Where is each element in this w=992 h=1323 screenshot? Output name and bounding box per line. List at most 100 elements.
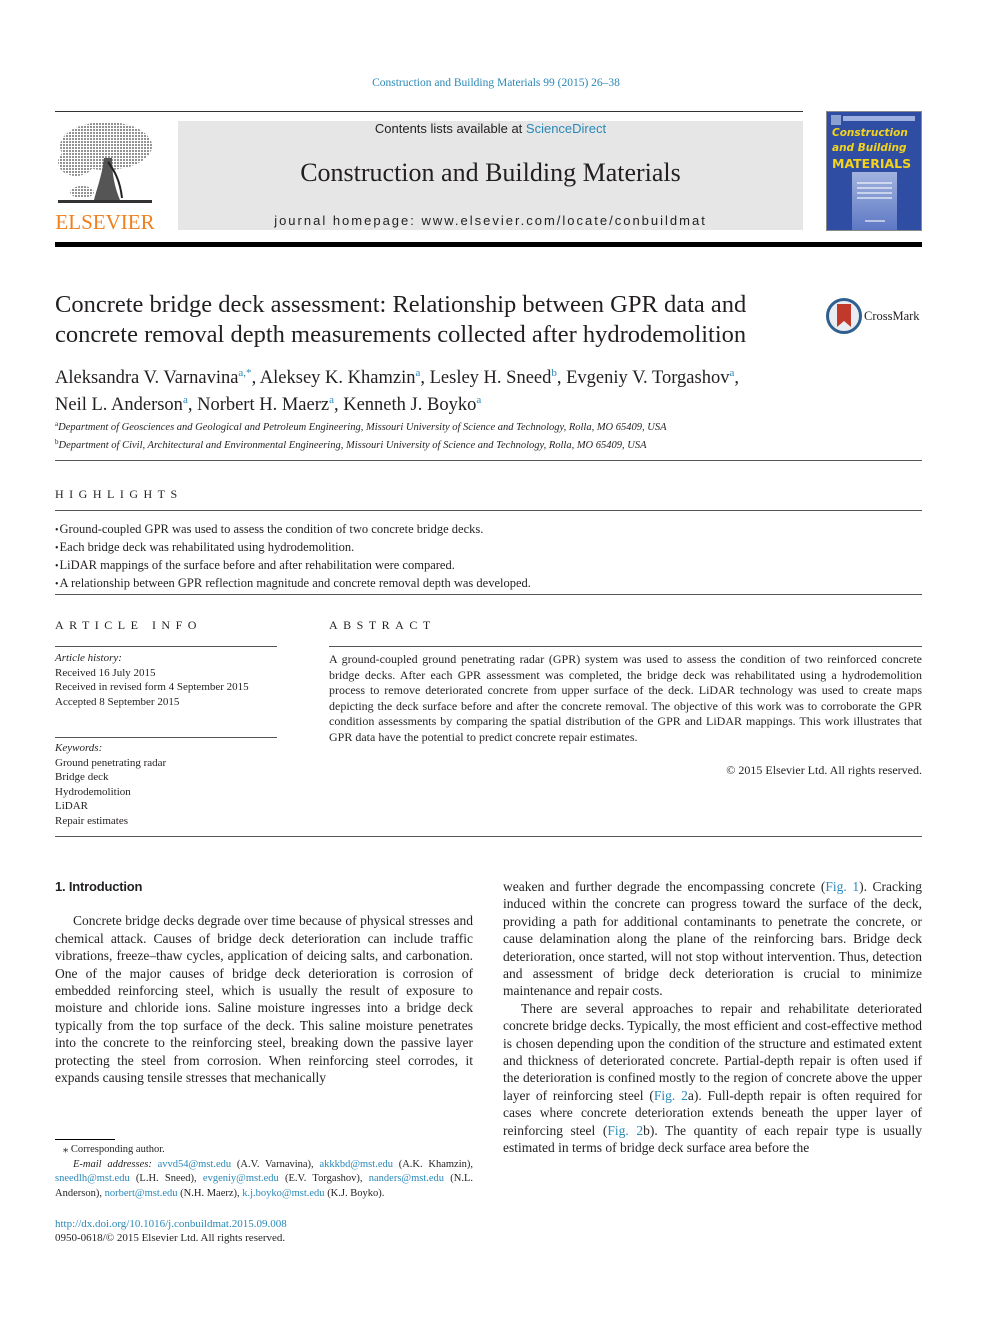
email-owner: (L.H. Sneed),: [129, 1173, 203, 1184]
divider: [329, 646, 922, 647]
body-paragraph: There are several approaches to repair a…: [503, 1000, 922, 1157]
keyword: Ground penetrating radar: [55, 756, 167, 769]
email-owner: (N.H. Maerz),: [177, 1187, 243, 1199]
cover-title-line3: MATERIALS: [832, 156, 912, 171]
elsevier-tree-icon: [58, 122, 152, 203]
author-affiliation-marker[interactable]: a: [476, 394, 481, 406]
figure-link[interactable]: Fig. 2: [607, 1123, 643, 1138]
author-name[interactable]: Kenneth J. Boyko: [343, 395, 476, 415]
paragraph-text: weaken and further degrade the encompass…: [503, 879, 826, 894]
affiliation-a: aDepartment of Geosciences and Geologica…: [55, 417, 855, 435]
author-separator: ,: [251, 368, 260, 388]
email-owner: (E.V. Torgashov),: [278, 1173, 369, 1184]
journal-cover-thumbnail[interactable]: Construction and Building MATERIALS: [826, 111, 922, 231]
author-name[interactable]: Evgeniy V. Torgashov: [566, 368, 729, 388]
contents-prefix: Contents lists available at: [374, 121, 526, 136]
cover-title-line2: and Building: [832, 142, 907, 154]
article-info-heading: ARTICLE INFO: [55, 618, 202, 632]
email-link[interactable]: norbert@mst.edu: [105, 1188, 178, 1199]
footnote: ⁎ Corresponding author. E-mail addresses…: [55, 1143, 473, 1201]
affiliation-b: bDepartment of Civil, Architectural and …: [55, 435, 855, 453]
author-name[interactable]: Norbert H. Maerz: [197, 395, 329, 415]
cover-title: Construction and Building MATERIALS: [832, 126, 911, 171]
figure-link[interactable]: Fig. 2: [654, 1088, 688, 1103]
divider: [55, 737, 277, 738]
author-separator: ,: [187, 395, 198, 415]
crossmark-button[interactable]: CrossMark: [826, 298, 926, 334]
highlights-list: Ground-coupled GPR was used to assess th…: [55, 521, 915, 593]
body-paragraph: Concrete bridge decks degrade over time …: [55, 913, 473, 1086]
journal-homepage[interactable]: journal homepage: www.elsevier.com/locat…: [178, 213, 803, 228]
header-thick-rule: [55, 242, 922, 247]
author-name[interactable]: Neil L. Anderson: [55, 395, 183, 415]
journal-reference-link[interactable]: Construction and Building Materials 99 (…: [0, 77, 992, 89]
email-link[interactable]: akkkbd@mst.edu: [319, 1159, 393, 1170]
cover-strip: [843, 116, 915, 121]
cover-publisher-mark: [831, 115, 841, 125]
cover-text-line: [857, 197, 892, 199]
crossmark-icon: [826, 298, 862, 334]
cover-title-line1: Construction: [832, 127, 908, 139]
figure-link[interactable]: Fig. 1: [825, 879, 859, 894]
issn-copyright: 0950-0618/© 2015 Elsevier Ltd. All right…: [55, 1232, 286, 1244]
email-addresses: E-mail addresses: avvd54@mst.edu (A.V. V…: [55, 1158, 473, 1202]
highlight-item: Each bridge deck was rehabilitated using…: [55, 539, 915, 557]
body-paragraph: weaken and further degrade the encompass…: [503, 878, 922, 1000]
keywords: Keywords: Ground penetrating radar Bridg…: [55, 741, 295, 828]
history-item: Received 16 July 2015: [55, 666, 156, 679]
contents-line: Contents lists available at ScienceDirec…: [178, 121, 803, 136]
corresponding-author-note: ⁎ Corresponding author.: [55, 1143, 473, 1158]
email-link[interactable]: sneedlh@mst.edu: [55, 1173, 130, 1184]
author-affiliation-marker[interactable]: a,*: [238, 367, 251, 379]
author-separator: ,: [556, 368, 567, 388]
paragraph-text: ). Cracking induced within the concrete …: [503, 879, 923, 999]
email-link[interactable]: evgeniy@mst.edu: [203, 1173, 279, 1184]
doi-block: http://dx.doi.org/10.1016/j.conbuildmat.…: [55, 1217, 287, 1245]
article-title: Concrete bridge deck assessment: Relatio…: [55, 291, 747, 348]
crossmark-label: CrossMark: [864, 309, 920, 323]
doi-link[interactable]: http://dx.doi.org/10.1016/j.conbuildmat.…: [55, 1218, 287, 1230]
abstract-text: A ground-coupled ground penetrating rada…: [329, 652, 922, 744]
author-list: Aleksandra V. Varnavinaa,*, Aleksey K. K…: [55, 362, 835, 416]
affiliation-text: Department of Geosciences and Geological…: [58, 422, 667, 433]
author-name[interactable]: Aleksey K. Khamzin: [260, 368, 416, 388]
author-separator: ,: [420, 368, 430, 388]
cover-text-line: [857, 182, 892, 184]
asterisk-marker: ⁎: [63, 1144, 69, 1155]
elsevier-logo[interactable]: ELSEVIER: [54, 120, 156, 234]
highlights-heading: HIGHLIGHTS: [55, 487, 183, 501]
author-separator: ,: [333, 395, 344, 415]
body-column-left: 1. Introduction Concrete bridge decks de…: [55, 878, 473, 1086]
history-item: Received in revised form 4 September 201…: [55, 681, 249, 693]
sciencedirect-link[interactable]: ScienceDirect: [526, 121, 606, 136]
divider: [55, 510, 922, 511]
author-name[interactable]: Lesley H. Sneed: [430, 368, 552, 388]
article-history: Article history: Received 16 July 2015 R…: [55, 651, 295, 709]
email-owner: (A.K. Khamzin),: [392, 1158, 473, 1170]
email-label: E-mail addresses:: [73, 1158, 152, 1170]
keyword: Repair estimates: [55, 814, 129, 827]
elsevier-wordmark: ELSEVIER: [55, 210, 155, 234]
divider: [55, 646, 277, 647]
keywords-label: Keywords:: [55, 742, 103, 754]
corresponding-label: Corresponding author.: [70, 1144, 165, 1155]
author-name[interactable]: Aleksandra V. Varnavina: [55, 368, 238, 388]
highlight-item: A relationship between GPR reflection ma…: [55, 575, 915, 593]
header-rule: [55, 111, 803, 112]
history-label: Article history:: [55, 652, 122, 664]
cover-text-line: [857, 187, 892, 189]
divider: [55, 836, 922, 837]
author-separator: ,: [734, 368, 739, 388]
highlight-item: LiDAR mappings of the surface before and…: [55, 557, 915, 575]
keyword: Bridge deck: [55, 771, 109, 783]
affiliation-text: Department of Civil, Architectural and E…: [58, 440, 647, 451]
history-item: Accepted 8 September 2015: [55, 695, 180, 708]
email-link[interactable]: k.j.boyko@mst.edu: [242, 1188, 324, 1199]
cover-text-line: [857, 192, 892, 194]
email-link[interactable]: nanders@mst.edu: [369, 1173, 444, 1184]
journal-title: Construction and Building Materials: [300, 158, 681, 187]
cover-text-line: [865, 220, 885, 222]
email-link[interactable]: avvd54@mst.edu: [158, 1159, 232, 1170]
abstract-copyright: © 2015 Elsevier Ltd. All rights reserved…: [726, 763, 922, 777]
keyword: LiDAR: [55, 800, 88, 812]
